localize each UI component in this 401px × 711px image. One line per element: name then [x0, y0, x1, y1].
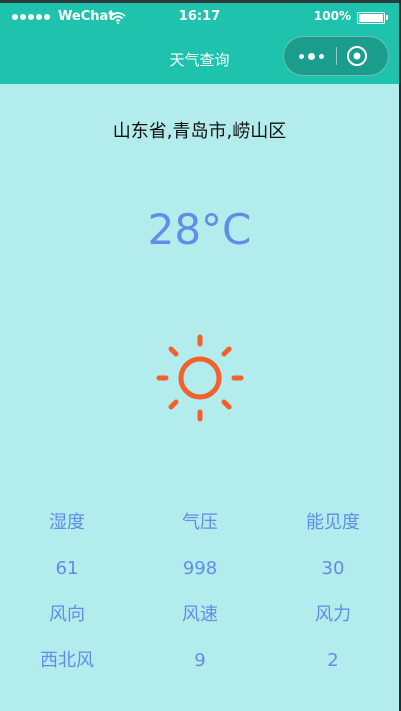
- details-row: 61 998 30: [0, 551, 399, 597]
- wind-direction-value: 西北风: [40, 650, 94, 671]
- wind-force-label: 风力: [315, 604, 351, 625]
- humidity-value: 61: [55, 558, 79, 579]
- details-row: 西北风 9 2: [0, 643, 399, 689]
- wind-speed-label: 风速: [182, 604, 218, 625]
- details-row: 湿度 气压 能见度: [0, 505, 399, 551]
- battery-percentage: 100%: [313, 9, 351, 23]
- sun-icon: [156, 334, 244, 422]
- visibility-label: 能见度: [306, 512, 360, 533]
- humidity-label: 湿度: [49, 512, 85, 533]
- wind-speed-value: 9: [194, 650, 206, 671]
- details-row: 风向 风速 风力: [0, 597, 399, 643]
- weather-details-grid: 湿度 气压 能见度 61 998 30 风向 风速 风力 西北风 9 2: [0, 505, 399, 689]
- battery-icon: [357, 12, 388, 24]
- status-bar: WeChat 16:17 100%: [0, 6, 399, 32]
- more-options-icon[interactable]: [294, 45, 328, 67]
- pressure-label: 气压: [182, 512, 218, 533]
- wind-force-value: 2: [327, 650, 339, 671]
- visibility-value: 30: [321, 558, 345, 579]
- pressure-value: 998: [182, 558, 218, 579]
- location-text: 山东省,青岛市,崂山区: [112, 121, 287, 142]
- capsule-divider: [336, 47, 337, 65]
- close-miniprogram-icon[interactable]: [346, 45, 368, 67]
- miniprogram-capsule: [283, 36, 389, 76]
- header: WeChat 16:17 100% 天气查询: [0, 0, 399, 84]
- temperature-value: 28°C: [147, 205, 252, 254]
- app-screen: WeChat 16:17 100% 天气查询 山东省,青岛市,崂山区 28°C: [0, 0, 399, 711]
- wind-direction-label: 风向: [49, 604, 85, 625]
